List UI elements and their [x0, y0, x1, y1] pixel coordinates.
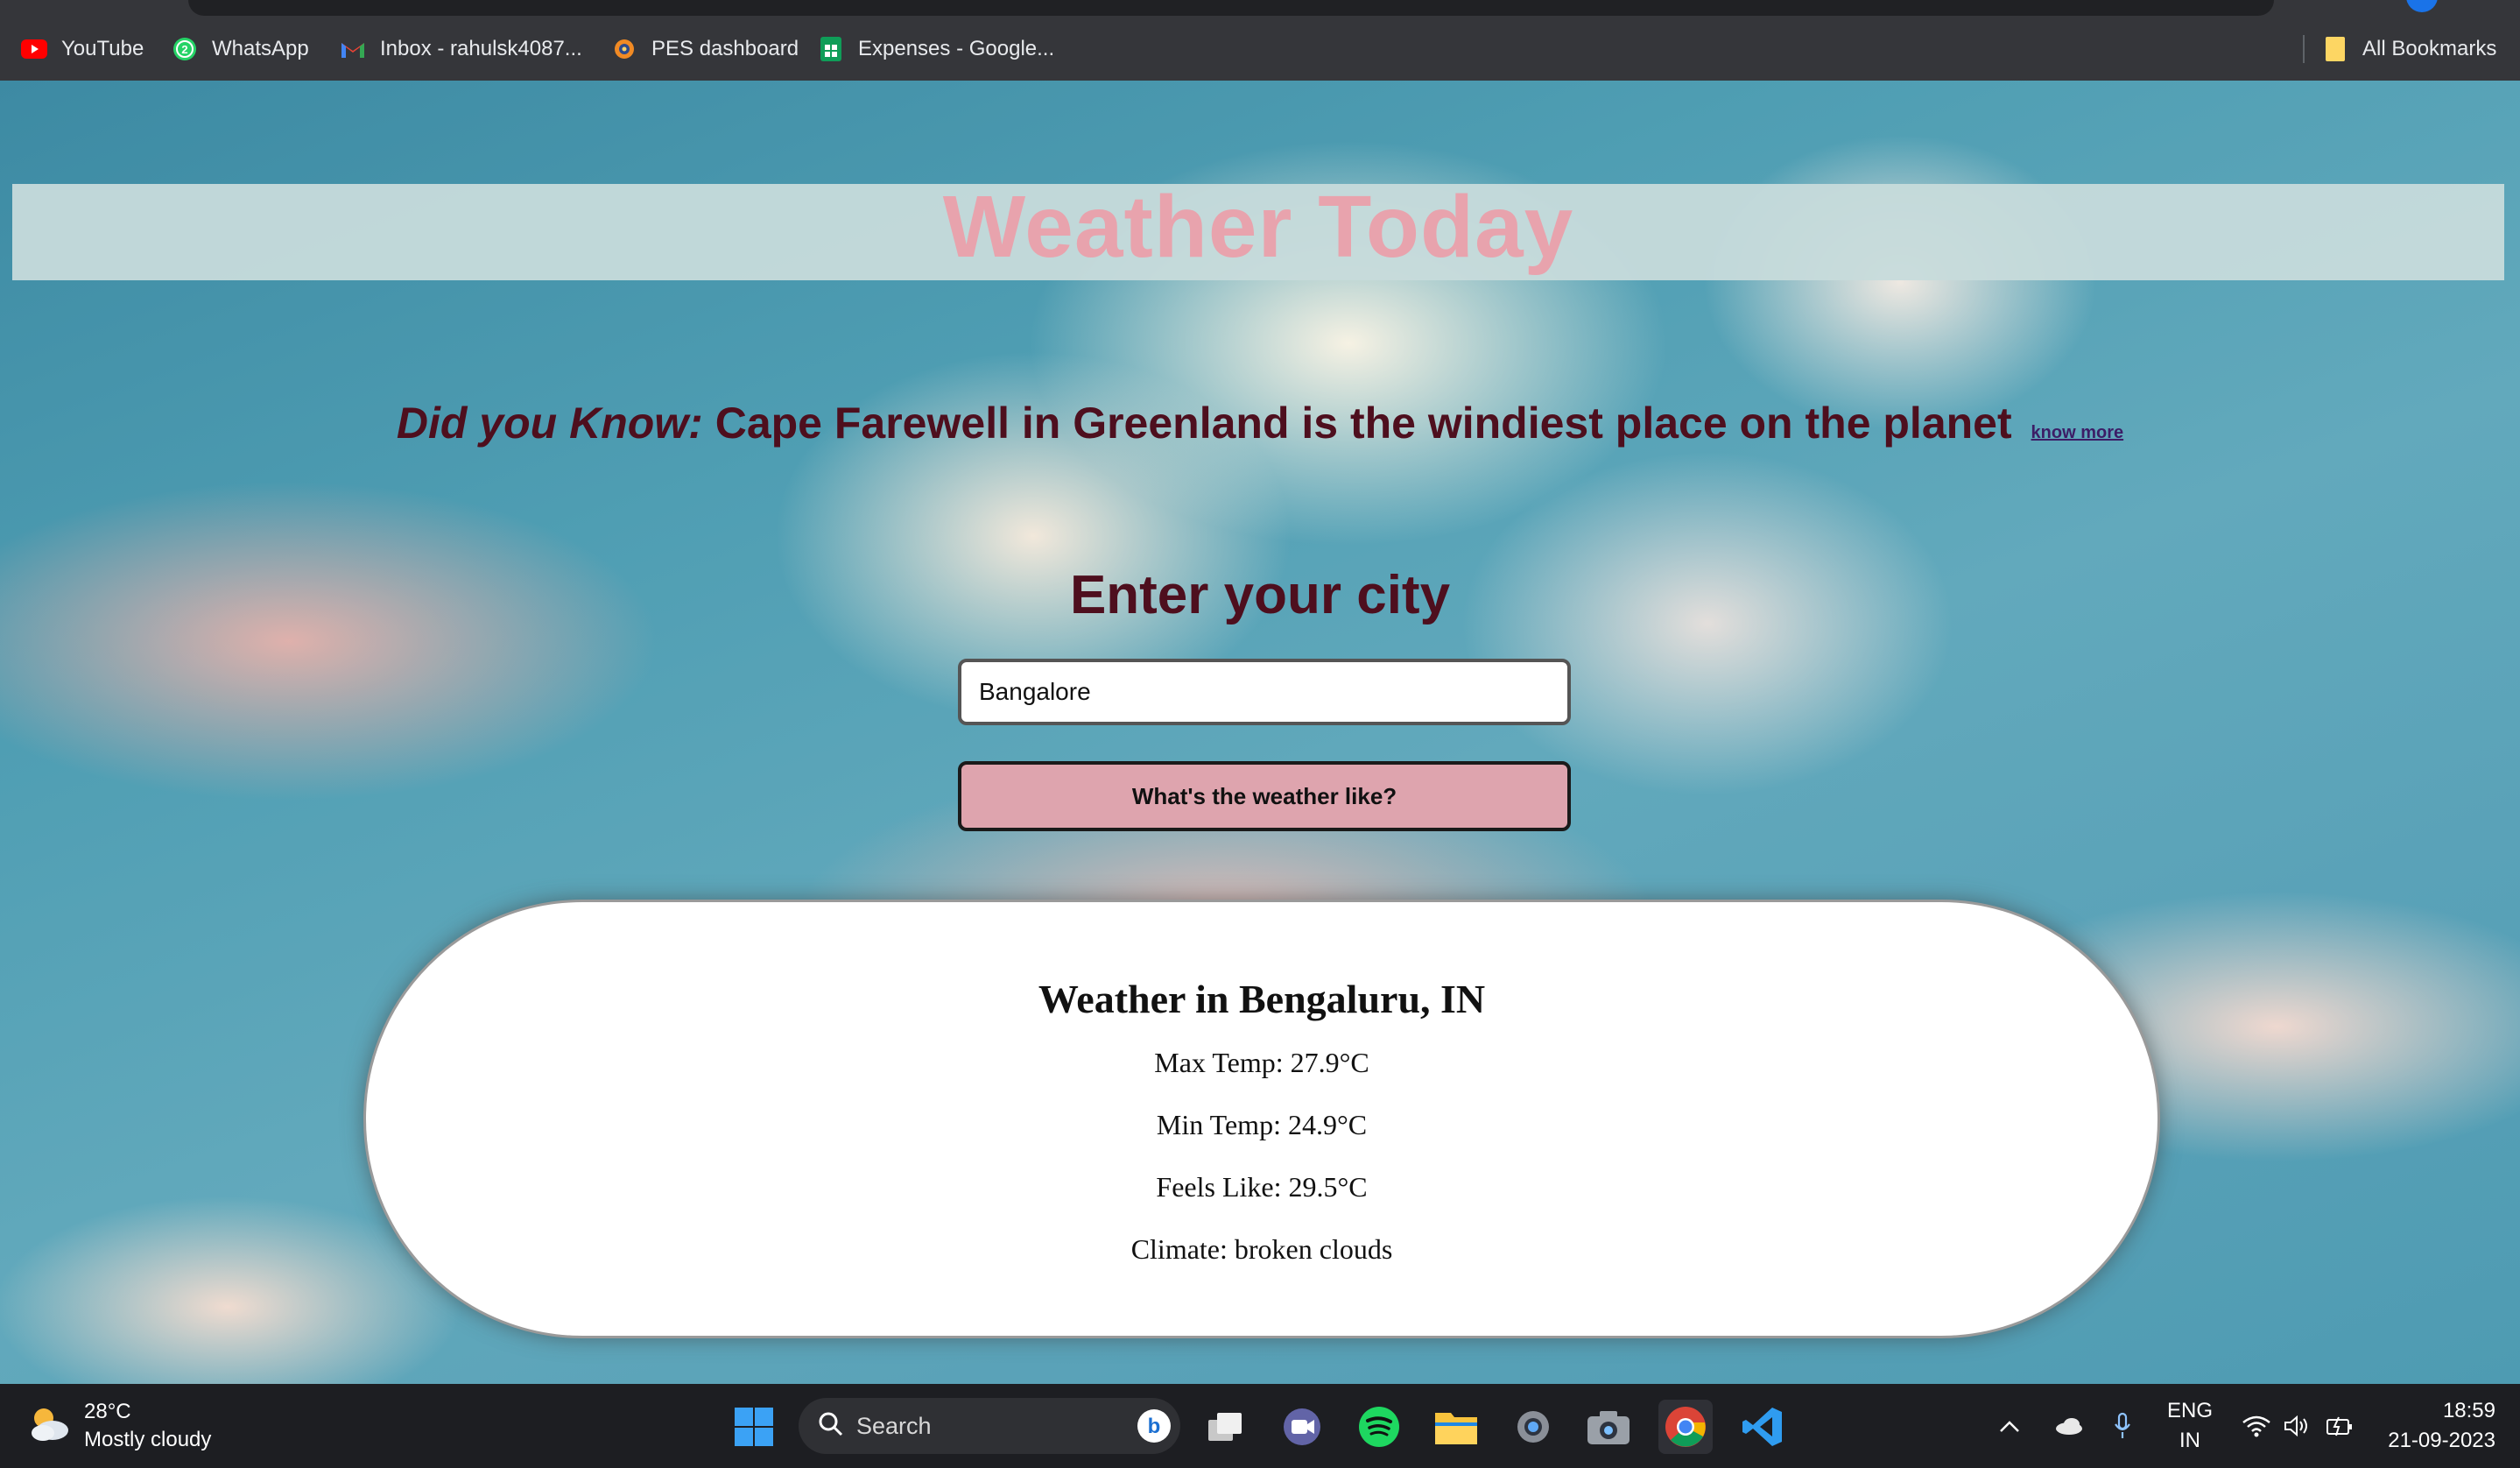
city-input[interactable] — [958, 659, 1571, 725]
youtube-icon — [21, 36, 47, 62]
microphone-tray[interactable] — [2114, 1384, 2131, 1468]
speaker-icon — [2284, 1415, 2307, 1437]
page-title: Weather Today — [942, 177, 1574, 276]
search-icon — [818, 1411, 844, 1442]
bookmark-label: YouTube — [61, 37, 144, 60]
task-view-icon — [1208, 1413, 1242, 1441]
bookmarks-divider — [2303, 35, 2305, 63]
start-button[interactable] — [727, 1400, 781, 1454]
enter-city-heading: Enter your city — [1069, 565, 1451, 625]
battery-charging-icon — [2326, 1416, 2352, 1436]
chrome-icon — [1665, 1407, 1706, 1447]
settings-button[interactable] — [1506, 1400, 1560, 1454]
fact-prefix: Did you Know: — [396, 399, 703, 448]
spotify-button[interactable] — [1352, 1400, 1406, 1454]
profile-avatar[interactable] — [2406, 0, 2438, 12]
max-temp: Max Temp: 27.9°C — [1154, 1047, 1369, 1078]
bookmark-inbox[interactable]: Inbox - rahulsk4087... — [340, 26, 582, 72]
all-bookmarks-label: All Bookmarks — [2362, 37, 2497, 60]
wifi-icon — [2242, 1415, 2270, 1437]
microphone-icon — [2115, 1412, 2130, 1438]
vscode-icon — [1742, 1408, 1782, 1446]
bookmark-label: PES dashboard — [651, 37, 799, 60]
cloudy-weather-icon — [26, 1404, 72, 1449]
bookmark-youtube[interactable]: YouTube — [21, 26, 144, 72]
cloud-icon — [2056, 1418, 2082, 1435]
lang-line2: IN — [2179, 1429, 2200, 1452]
volume-tray[interactable] — [2284, 1384, 2310, 1468]
weather-result-card: Weather in Bengaluru, IN Max Temp: 27.9°… — [363, 900, 2160, 1338]
know-more-link[interactable]: know more — [2031, 423, 2124, 442]
feels-like: Feels Like: 29.5°C — [1156, 1171, 1368, 1203]
settings-icon — [1517, 1411, 1549, 1443]
min-temp: Min Temp: 24.9°C — [1156, 1109, 1368, 1140]
vscode-button[interactable] — [1735, 1400, 1790, 1454]
get-weather-button[interactable]: What's the weather like? — [958, 761, 1571, 831]
svg-text:2: 2 — [181, 43, 187, 56]
bookmark-label: Inbox - rahulsk4087... — [380, 37, 582, 60]
address-bar[interactable] — [188, 0, 2274, 16]
battery-tray[interactable] — [2326, 1384, 2354, 1468]
teams-button[interactable] — [1275, 1400, 1329, 1454]
lang-line1: ENG — [2166, 1399, 2213, 1422]
camera-icon — [1587, 1411, 1630, 1444]
teams-icon — [1284, 1408, 1320, 1445]
network-tray[interactable] — [2242, 1384, 2271, 1468]
pes-icon — [611, 36, 637, 62]
result-heading: Weather in Bengaluru, IN — [1038, 977, 1486, 1021]
file-explorer-icon — [1435, 1413, 1477, 1444]
bing-icon[interactable]: b — [1137, 1408, 1172, 1448]
taskbar-search[interactable]: Search b — [799, 1398, 1180, 1454]
spotify-icon — [1359, 1407, 1399, 1447]
clock-date: 21-09-2023 — [2388, 1429, 2495, 1452]
all-bookmarks-button[interactable]: All Bookmarks — [2322, 26, 2496, 72]
chrome-button[interactable] — [1658, 1400, 1713, 1454]
file-explorer-button[interactable] — [1429, 1400, 1483, 1454]
title-banner: Weather Today — [12, 178, 2504, 280]
bookmarks-bar: YouTube 2 WhatsApp Inbox - rahulsk4087..… — [0, 26, 2520, 72]
camera-button[interactable] — [1581, 1400, 1636, 1454]
bookmark-label: WhatsApp — [212, 37, 309, 60]
show-hidden-icons[interactable] — [1998, 1384, 2021, 1468]
clock-time: 18:59 — [2442, 1399, 2495, 1422]
language-indicator[interactable]: ENG IN — [2163, 1396, 2217, 1456]
bookmark-whatsapp[interactable]: 2 WhatsApp — [172, 26, 309, 72]
whatsapp-icon: 2 — [172, 36, 198, 62]
taskbar: 28°C Mostly cloudy Search b ENG IN 18:59… — [0, 1384, 2520, 1468]
taskbar-weather-widget[interactable]: 28°C Mostly cloudy — [26, 1398, 211, 1454]
chevron-up-icon — [2000, 1421, 2019, 1432]
browser-chrome: YouTube 2 WhatsApp Inbox - rahulsk4087..… — [0, 0, 2520, 81]
bookmark-expenses[interactable]: Expenses - Google... — [818, 26, 1054, 72]
onedrive-tray[interactable] — [2054, 1384, 2084, 1468]
folder-icon — [2322, 36, 2348, 62]
weather-desc: Mostly cloudy — [84, 1428, 212, 1451]
start-icon — [735, 1408, 773, 1446]
gmail-icon — [340, 36, 366, 62]
task-view-button[interactable] — [1198, 1400, 1252, 1454]
bookmark-label: Expenses - Google... — [858, 37, 1055, 60]
weather-page: Weather Today Did you Know: Cape Farewel… — [0, 81, 2520, 1384]
climate: Climate: broken clouds — [1130, 1233, 1393, 1265]
search-label: Search — [856, 1412, 932, 1439]
fun-fact: Did you Know: Cape Farewell in Greenland… — [0, 398, 2520, 448]
fact-text: Cape Farewell in Greenland is the windie… — [702, 399, 2012, 448]
google-sheets-icon — [818, 36, 844, 62]
weather-temp: 28°C — [84, 1400, 131, 1423]
taskbar-clock[interactable]: 18:59 21-09-2023 — [2364, 1396, 2495, 1456]
bookmark-pes-dashboard[interactable]: PES dashboard — [611, 26, 799, 72]
svg-text:b: b — [1148, 1415, 1161, 1438]
